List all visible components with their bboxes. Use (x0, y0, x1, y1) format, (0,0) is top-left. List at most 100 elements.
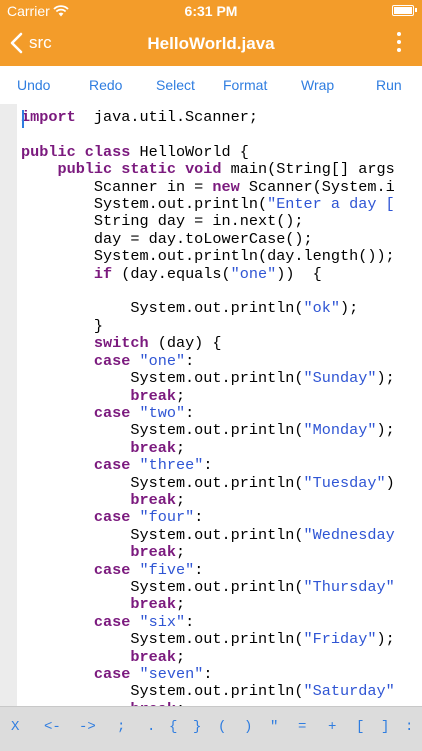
code-line: System.out.println("Monday"); (21, 421, 395, 440)
code-line: break; (21, 387, 185, 405)
code-editor[interactable]: import java.util.Scanner; public class H… (0, 104, 422, 706)
string-token: "Tuesday" (303, 473, 386, 492)
code-token: System.out.println( (21, 195, 268, 214)
code-line: case "five": (21, 561, 203, 579)
code-token: ); (376, 369, 395, 388)
code-line: case "two": (21, 404, 194, 422)
keyword-token: if (93, 264, 113, 283)
code-line: public class HelloWorld { (21, 143, 249, 161)
keyword-token: break (130, 543, 176, 562)
code-token: System.out.println( (21, 421, 304, 440)
code-line: System.out.println("Friday"); (21, 630, 394, 649)
code-token: System.out.println( (21, 473, 304, 492)
keyword-token: case (93, 403, 131, 422)
code-token: (day) { (148, 334, 222, 353)
line-gutter (0, 104, 17, 706)
symbol-key[interactable]: X (11, 719, 19, 735)
symbol-key-bar: X <- ->;. {} () " = + []: (0, 706, 422, 751)
symbol-key[interactable]: [ (356, 719, 364, 735)
code-line: break; (21, 439, 185, 457)
keyword-token: break (130, 386, 176, 405)
keyword-token: case (93, 508, 131, 527)
code-token: ; (175, 490, 186, 509)
code-line: case "seven": (21, 665, 213, 683)
string-token: "one" (139, 351, 186, 370)
code-token: System.out.println( (21, 369, 304, 388)
code-token: System.out.println(day.length()); (21, 247, 395, 266)
code-token: : (203, 665, 213, 683)
code-token: ; (175, 543, 186, 562)
keyword-token: case (93, 560, 131, 579)
code-line: System.out.println("ok"); (21, 299, 358, 317)
code-token: (day.equals( (112, 264, 231, 283)
code-line: case "three": (21, 456, 213, 475)
run-button[interactable]: Run (376, 77, 402, 93)
code-line: System.out.println("Tuesday") (21, 473, 394, 492)
clock: 6:31 PM (184, 3, 238, 19)
code-line: switch (day) { (21, 334, 222, 352)
code-token: ; (175, 595, 186, 614)
symbol-key[interactable]: = (298, 719, 306, 735)
symbol-key[interactable]: -> (79, 719, 96, 735)
symbol-key[interactable]: ] (381, 719, 389, 735)
undo-button[interactable]: Undo (17, 77, 50, 93)
code-token: : (194, 508, 204, 527)
symbol-key[interactable]: <- (44, 719, 61, 735)
code-line: break; (21, 491, 185, 509)
code-line: case "six": (21, 613, 194, 631)
code-token: ; (175, 438, 186, 457)
keyword-token: break (130, 595, 176, 614)
code-text[interactable]: import java.util.Scanner; public class H… (21, 108, 395, 706)
keyword-token: new (212, 177, 240, 196)
string-token: "ok" (303, 299, 341, 318)
format-button[interactable]: Format (223, 77, 267, 93)
symbol-key[interactable]: . (147, 719, 155, 735)
string-token: "Enter a day [ (267, 195, 395, 214)
editor-toolbar: Undo Redo Select Format Wrap Run (0, 66, 422, 105)
code-token: )) { (276, 264, 322, 283)
string-token: "Thursday" (303, 577, 395, 596)
symbol-key[interactable]: ) (244, 719, 252, 735)
code-token: : (185, 612, 195, 631)
symbol-key[interactable]: " (270, 719, 278, 735)
code-token: ); (376, 421, 395, 440)
select-button[interactable]: Select (156, 77, 195, 93)
symbol-key[interactable]: } (193, 719, 201, 735)
code-token: ; (175, 386, 186, 405)
code-token: String day = in.next(); (21, 212, 304, 231)
symbol-key[interactable]: ( (218, 719, 226, 735)
symbol-key[interactable]: { (169, 719, 177, 735)
wrap-button[interactable]: Wrap (301, 77, 334, 93)
keyword-token: break (130, 647, 176, 666)
code-line: case "one": (21, 352, 194, 370)
keyword-token: case (93, 612, 131, 631)
symbol-key[interactable]: : (405, 719, 413, 735)
code-line: String day = in.next(); (21, 212, 304, 230)
code-token: System.out.println( (21, 630, 304, 649)
code-token: : (185, 403, 195, 422)
more-options-icon[interactable] (396, 32, 402, 56)
keyword-token: case (93, 456, 131, 475)
file-title: HelloWorld.java (147, 34, 275, 53)
code-token: Scanner(System.i (239, 177, 395, 196)
code-line: import java.util.Scanner; (21, 108, 258, 126)
symbol-key[interactable]: ; (117, 719, 125, 735)
keyword-token: break (130, 438, 176, 457)
code-line: System.out.println("Sunday"); (21, 369, 395, 388)
symbol-key[interactable]: + (328, 719, 336, 735)
redo-button[interactable]: Redo (89, 77, 122, 93)
text-cursor (22, 110, 24, 128)
